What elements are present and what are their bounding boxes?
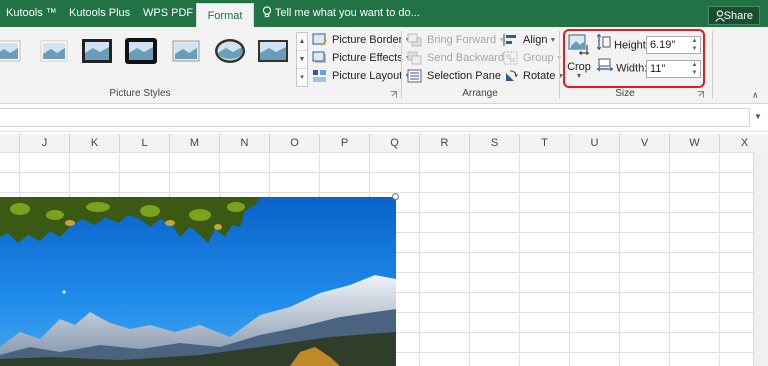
size-highlight-box xyxy=(563,29,705,88)
tab-kutools[interactable]: Kutools ™ xyxy=(6,0,57,27)
align-icon xyxy=(503,33,518,47)
collapse-ribbon-icon[interactable]: ∧ xyxy=(752,90,759,101)
share-button[interactable]: Share xyxy=(708,6,760,25)
picture-style-thumb[interactable] xyxy=(169,37,203,65)
group-separator xyxy=(712,31,713,99)
arrange-label: Arrange xyxy=(462,88,498,99)
picture-style-thumb[interactable] xyxy=(80,37,114,65)
picture-style-thumb[interactable] xyxy=(124,37,158,65)
picture-style-thumb[interactable] xyxy=(0,37,24,65)
gridline xyxy=(519,152,520,366)
column-headers: JKLMNOPQRSTUVWX xyxy=(0,134,768,153)
resize-handle[interactable] xyxy=(392,193,399,200)
tab-kutools-plus[interactable]: Kutools Plus xyxy=(69,0,130,27)
group-icon xyxy=(503,51,518,65)
ribbon-tab-bar: Kutools ™ Kutools Plus WPS PDF Format Te… xyxy=(0,0,768,28)
chevron-down-icon[interactable]: ▼ xyxy=(754,112,762,121)
column-header[interactable]: U xyxy=(570,134,620,152)
column-header[interactable] xyxy=(0,134,20,152)
column-header[interactable]: P xyxy=(320,134,370,152)
column-header[interactable]: N xyxy=(220,134,270,152)
share-label: Share xyxy=(723,10,753,22)
bring-forward-button[interactable]: Bring Forward ▼ xyxy=(407,32,505,48)
vertical-scrollbar[interactable] xyxy=(753,152,768,366)
column-header[interactable]: O xyxy=(270,134,320,152)
formula-bar: ▼ xyxy=(0,104,768,132)
send-backward-icon xyxy=(407,51,422,65)
group-separator xyxy=(559,31,560,99)
column-header[interactable]: S xyxy=(470,134,520,152)
picture-border-icon xyxy=(312,33,327,47)
column-header[interactable]: Q xyxy=(370,134,420,152)
gridline xyxy=(619,152,620,366)
column-header[interactable]: K xyxy=(70,134,120,152)
tab-format[interactable]: Format xyxy=(196,3,254,28)
rotate-button[interactable]: Rotate ▼ xyxy=(503,68,564,84)
tab-wps-pdf[interactable]: WPS PDF xyxy=(143,0,193,27)
picture-border-button[interactable]: Picture Border▼ xyxy=(312,32,411,48)
formula-input[interactable] xyxy=(0,108,750,127)
group-button[interactable]: Group▼ xyxy=(503,50,563,66)
column-header[interactable]: T xyxy=(520,134,570,152)
chevron-up-icon[interactable]: ▲ xyxy=(297,33,307,51)
tell-me-search[interactable]: Tell me what you want to do... xyxy=(262,0,420,27)
inserted-picture[interactable] xyxy=(0,197,396,366)
dialog-launcher-icon[interactable] xyxy=(697,89,704,98)
group-separator xyxy=(401,31,402,99)
picture-layout-icon xyxy=(312,69,327,83)
picture-styles-label: Picture Styles xyxy=(109,88,171,99)
picture-layout-button[interactable]: Picture Layout▼ xyxy=(312,68,411,84)
picture-effects-icon xyxy=(312,51,327,65)
selection-pane-button[interactable]: Selection Pane xyxy=(407,68,501,84)
picture-style-thumb[interactable] xyxy=(37,37,71,65)
column-header[interactable]: W xyxy=(670,134,720,152)
column-header[interactable]: X xyxy=(720,134,768,152)
column-header[interactable]: R xyxy=(420,134,470,152)
size-label: Size xyxy=(615,88,635,99)
gridline xyxy=(669,152,670,366)
selection-pane-icon xyxy=(407,69,422,83)
column-header[interactable]: V xyxy=(620,134,670,152)
gridline xyxy=(719,152,720,366)
chevron-down-icon[interactable]: ▼ xyxy=(297,51,307,69)
rotate-icon xyxy=(503,69,518,83)
picture-effects-button[interactable]: Picture Effects▼ xyxy=(312,50,412,66)
gridline xyxy=(469,152,470,366)
bring-forward-icon xyxy=(407,33,422,47)
gridline xyxy=(419,152,420,366)
picture-style-thumb[interactable] xyxy=(213,37,247,65)
column-header[interactable]: M xyxy=(170,134,220,152)
column-header[interactable]: J xyxy=(20,134,70,152)
dialog-launcher-icon[interactable] xyxy=(390,89,397,98)
lightbulb-icon xyxy=(262,6,275,19)
gallery-more-icon[interactable]: ▾ xyxy=(297,69,307,86)
align-button[interactable]: Align ▼ xyxy=(503,32,556,48)
send-backward-button[interactable]: Send Backward ▼ xyxy=(407,50,513,66)
picture-style-thumb[interactable] xyxy=(256,37,290,65)
gridline xyxy=(569,152,570,366)
tell-me-text: Tell me what you want to do... xyxy=(274,7,420,19)
gallery-scroll[interactable]: ▲ ▼ ▾ xyxy=(296,32,308,87)
column-header[interactable]: L xyxy=(120,134,170,152)
